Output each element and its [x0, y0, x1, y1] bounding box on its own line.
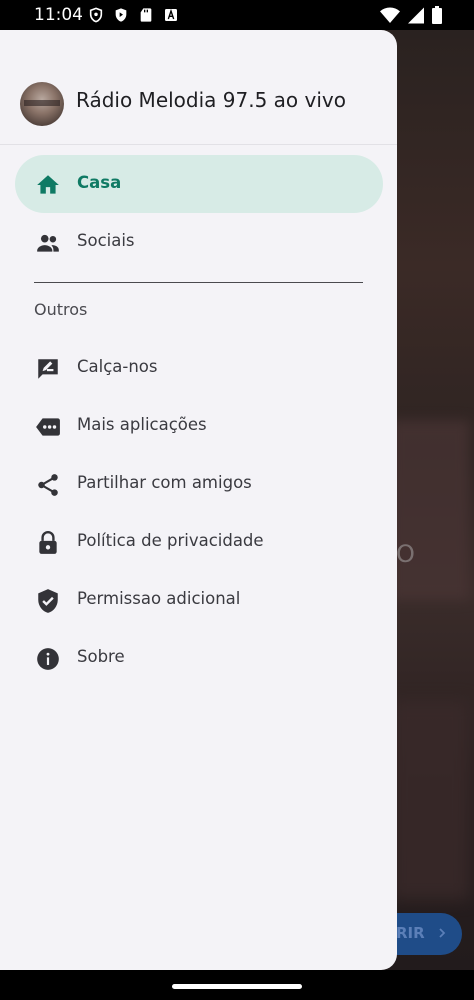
- nav-item-label: Política de privacidade: [77, 531, 264, 550]
- nav-item-label: Mais aplicações: [77, 415, 207, 434]
- signal-icon: [408, 7, 424, 23]
- nav-item-label: Sobre: [77, 647, 125, 666]
- status-bar: 11:04: [0, 0, 474, 30]
- nav-item-calca-nos[interactable]: Calça-nos: [15, 339, 383, 397]
- status-right-icons: [380, 6, 442, 24]
- drawer-divider: [34, 282, 363, 283]
- verified-shield-icon: [38, 589, 58, 613]
- background-image-fragment: [390, 420, 470, 600]
- battery-icon: [432, 6, 442, 24]
- nav-item-sociais[interactable]: Sociais: [15, 213, 383, 271]
- nav-item-partilhar[interactable]: Partilhar com amigos: [15, 455, 383, 513]
- section-title: Outros: [34, 300, 88, 319]
- vpn-shield-icon: [89, 7, 103, 23]
- app-title: Rádio Melodia 97.5 ao vivo: [76, 88, 346, 112]
- rate-feedback-icon: [38, 359, 58, 379]
- lock-icon: [39, 531, 57, 554]
- home-icon: [37, 175, 59, 194]
- nav-item-permissao-adicional[interactable]: Permissao adicional: [15, 571, 383, 629]
- chevron-right-icon: [439, 928, 446, 938]
- navigation-drawer: Rádio Melodia 97.5 ao vivo Casa Sociais …: [0, 30, 397, 970]
- nav-item-label: Permissao adicional: [77, 589, 241, 608]
- nav-item-label: Partilhar com amigos: [77, 473, 252, 492]
- play-protect-icon: [115, 8, 127, 22]
- home-gesture-indicator[interactable]: [172, 984, 302, 989]
- info-icon: [37, 648, 59, 670]
- status-time: 11:04: [34, 5, 83, 25]
- nav-item-label: Casa: [77, 173, 122, 192]
- a-badge-icon: [165, 8, 177, 21]
- nav-item-politica-privacidade[interactable]: Política de privacidade: [15, 513, 383, 571]
- drawer-header: Rádio Melodia 97.5 ao vivo: [0, 30, 397, 145]
- people-icon: [37, 234, 59, 252]
- share-icon: [38, 474, 58, 496]
- wifi-icon: [380, 7, 400, 23]
- nav-item-mais-aplicacoes[interactable]: Mais aplicações: [15, 397, 383, 455]
- background-partial-text: O: [396, 540, 415, 568]
- app-logo-avatar: [20, 82, 64, 126]
- background-image-fragment: [390, 700, 470, 900]
- nav-item-label: Sociais: [77, 231, 135, 250]
- nav-item-sobre[interactable]: Sobre: [15, 629, 383, 687]
- nav-item-casa[interactable]: Casa: [15, 155, 383, 213]
- nav-item-label: Calça-nos: [77, 357, 158, 376]
- background-open-button-label: RIR: [396, 924, 448, 942]
- status-left-icons: [88, 7, 179, 23]
- sd-card-icon: [140, 8, 152, 22]
- more-apps-icon: [36, 418, 60, 436]
